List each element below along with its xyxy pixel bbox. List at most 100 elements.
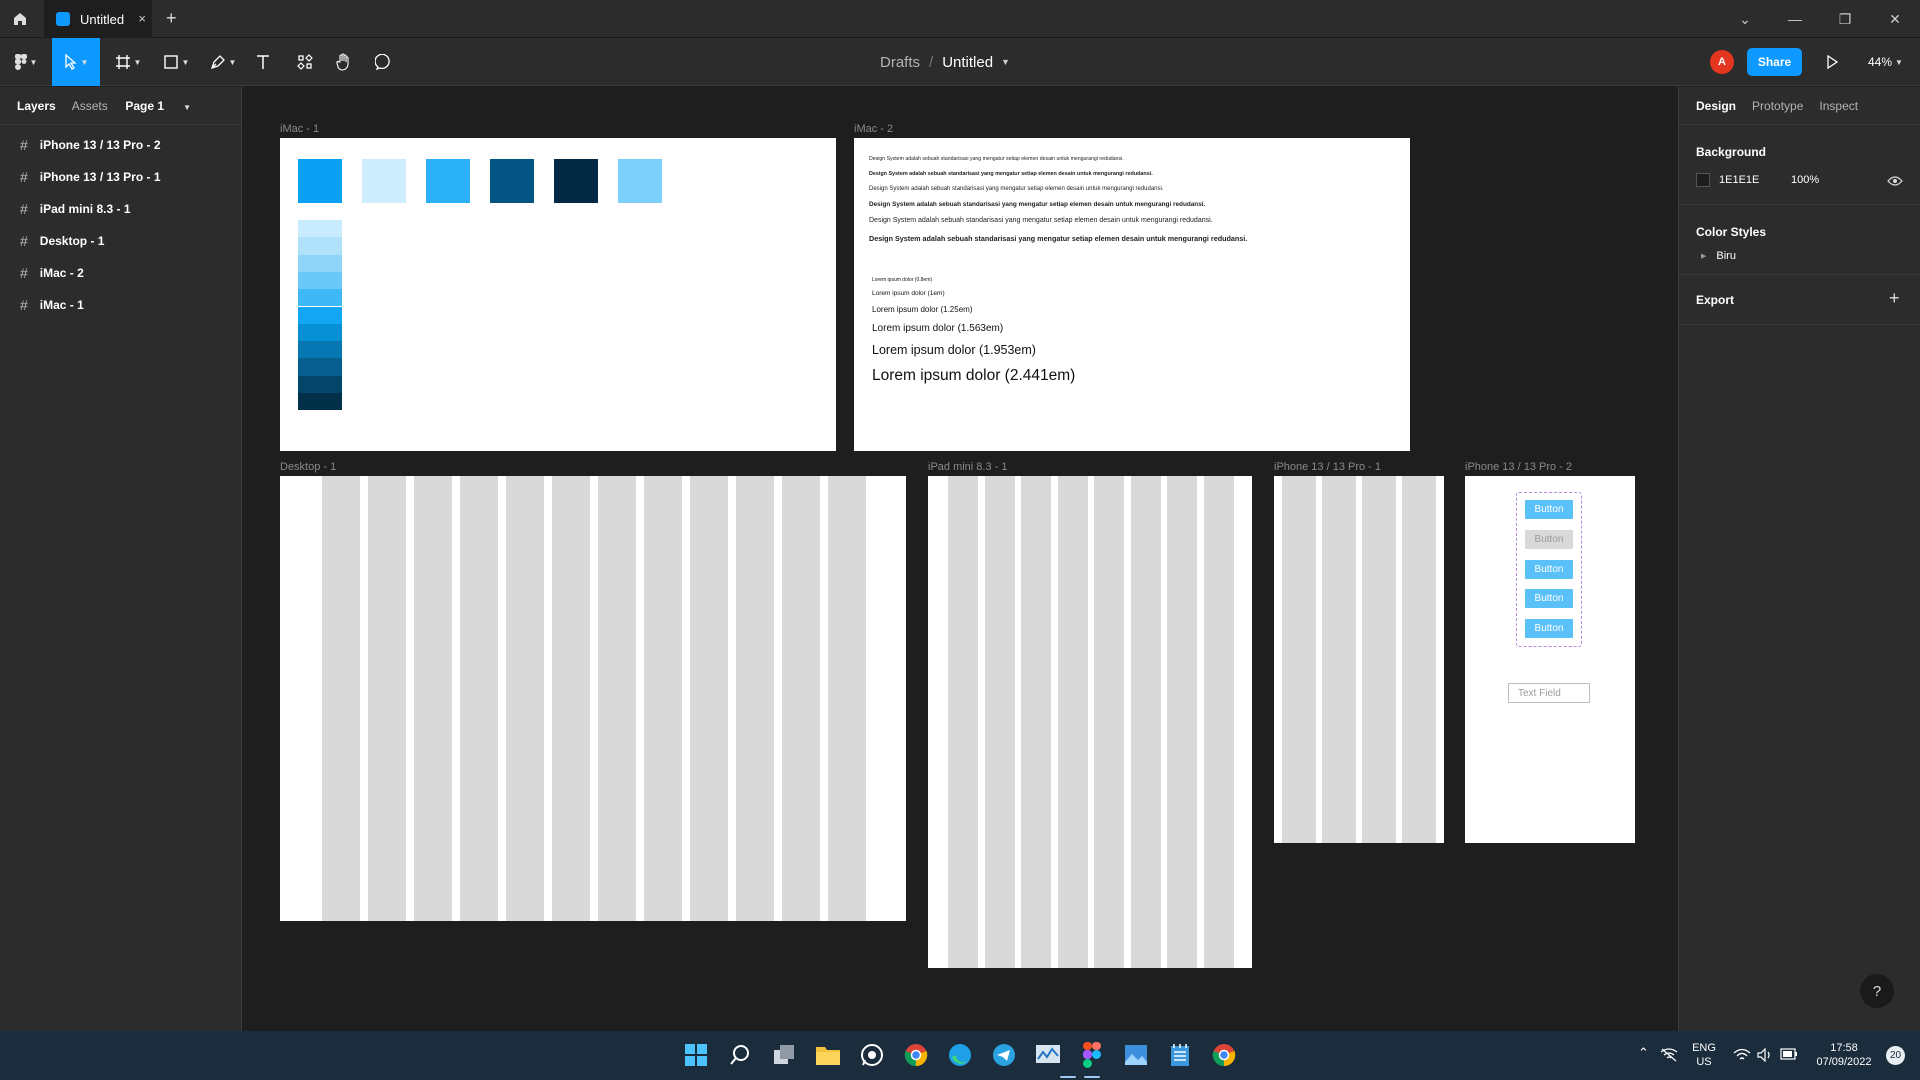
file-name[interactable]: Untitled bbox=[942, 54, 993, 71]
frame-label-desktop-1[interactable]: Desktop - 1 bbox=[280, 461, 336, 473]
shape-tool-button[interactable]: ▼ bbox=[158, 38, 194, 86]
frame-desktop-1[interactable] bbox=[280, 476, 906, 921]
color-swatch[interactable] bbox=[362, 159, 406, 203]
background-hex-input[interactable]: 1E1E1E bbox=[1719, 174, 1759, 186]
scale-swatch[interactable] bbox=[298, 393, 342, 411]
breadcrumb-drafts[interactable]: Drafts bbox=[880, 54, 920, 71]
file-explorer-icon[interactable] bbox=[814, 1041, 842, 1069]
scale-swatch[interactable] bbox=[298, 341, 342, 359]
photos-icon[interactable] bbox=[1122, 1041, 1150, 1069]
text-tool-button[interactable] bbox=[250, 38, 276, 86]
text-field-component[interactable]: Text Field bbox=[1508, 683, 1590, 703]
volume-icon[interactable] bbox=[1757, 1048, 1773, 1062]
page-selector[interactable]: Page 1 ▼ bbox=[125, 99, 207, 113]
chevron-down-icon[interactable]: ▼ bbox=[1001, 57, 1010, 67]
share-button[interactable]: Share bbox=[1747, 48, 1802, 76]
layer-item[interactable]: # iMac - 1 bbox=[0, 289, 241, 321]
layer-item[interactable]: # iPad mini 8.3 - 1 bbox=[0, 193, 241, 225]
color-swatch[interactable] bbox=[618, 159, 662, 203]
task-view-icon[interactable] bbox=[770, 1041, 798, 1069]
tab-design[interactable]: Design bbox=[1696, 99, 1736, 113]
layer-item[interactable]: # Desktop - 1 bbox=[0, 225, 241, 257]
network-off-icon[interactable] bbox=[1660, 1048, 1678, 1062]
present-button[interactable] bbox=[1820, 38, 1844, 86]
minimize-button[interactable]: — bbox=[1770, 0, 1820, 38]
frame-label-imac-1[interactable]: iMac - 1 bbox=[280, 123, 319, 135]
task-manager-icon[interactable] bbox=[1034, 1041, 1062, 1069]
design-system-text[interactable]: Design System adalah sebuah standarisasi… bbox=[869, 234, 1247, 243]
color-style-biru[interactable]: ▶ Biru bbox=[1701, 250, 1736, 262]
layer-item[interactable]: # iMac - 2 bbox=[0, 257, 241, 289]
scale-swatch[interactable] bbox=[298, 358, 342, 376]
zoom-menu[interactable]: 44% ▼ bbox=[1868, 38, 1903, 86]
tab-prototype[interactable]: Prototype bbox=[1752, 99, 1803, 113]
restore-button[interactable]: ❐ bbox=[1820, 0, 1870, 38]
scale-swatch[interactable] bbox=[298, 237, 342, 255]
search-icon[interactable] bbox=[726, 1041, 754, 1069]
hand-tool-button[interactable] bbox=[331, 38, 357, 86]
tray-chevron-up-icon[interactable]: ⌃ bbox=[1638, 1046, 1649, 1060]
resources-button[interactable] bbox=[292, 38, 318, 86]
frame-ipad-mini-1[interactable] bbox=[928, 476, 1252, 968]
language-indicator[interactable]: ENG US bbox=[1688, 1041, 1720, 1069]
type-scale-text[interactable]: Lorem ipsum dolor (0.8em) bbox=[872, 277, 932, 283]
layer-item[interactable]: # iPhone 13 / 13 Pro - 1 bbox=[0, 161, 241, 193]
type-scale-text[interactable]: Lorem ipsum dolor (1.563em) bbox=[872, 323, 1003, 334]
scale-swatch[interactable] bbox=[298, 289, 342, 307]
tab-layers[interactable]: Layers bbox=[17, 99, 56, 113]
new-tab-button[interactable]: + bbox=[166, 8, 177, 29]
clock[interactable]: 17:58 07/09/2022 bbox=[1806, 1041, 1882, 1069]
type-scale-text[interactable]: Lorem ipsum dolor (1.25em) bbox=[872, 305, 972, 314]
avatar[interactable]: A bbox=[1710, 50, 1734, 74]
close-window-button[interactable]: ✕ bbox=[1870, 0, 1920, 38]
color-swatch[interactable] bbox=[298, 159, 342, 203]
frame-iphone-1[interactable] bbox=[1274, 476, 1444, 843]
chrome-icon[interactable] bbox=[902, 1041, 930, 1069]
home-button[interactable] bbox=[0, 0, 40, 38]
color-swatch[interactable] bbox=[426, 159, 470, 203]
frame-label-iphone-2[interactable]: iPhone 13 / 13 Pro - 2 bbox=[1465, 461, 1572, 473]
tab-assets[interactable]: Assets bbox=[72, 99, 108, 113]
notepad-icon[interactable] bbox=[1166, 1041, 1194, 1069]
figma-app-icon[interactable] bbox=[1078, 1041, 1106, 1069]
frame-label-iphone-1[interactable]: iPhone 13 / 13 Pro - 1 bbox=[1274, 461, 1381, 473]
start-icon[interactable] bbox=[682, 1041, 710, 1069]
button-component[interactable]: Button bbox=[1525, 589, 1573, 608]
frame-tool-button[interactable]: ▼ bbox=[110, 38, 146, 86]
design-system-text[interactable]: Design System adalah sebuah standarisasi… bbox=[869, 156, 1124, 162]
scale-swatch[interactable] bbox=[298, 254, 342, 272]
design-system-text[interactable]: Design System adalah sebuah standarisasi… bbox=[869, 201, 1205, 208]
whatsapp-icon[interactable] bbox=[858, 1041, 886, 1069]
help-button[interactable]: ? bbox=[1860, 974, 1894, 1008]
telegram-icon[interactable] bbox=[990, 1041, 1018, 1069]
chevron-down-icon[interactable]: ⌄ bbox=[1720, 0, 1770, 38]
color-swatch[interactable] bbox=[554, 159, 598, 203]
main-menu-button[interactable]: ▼ bbox=[8, 38, 44, 86]
background-color-swatch[interactable] bbox=[1696, 173, 1710, 187]
move-tool-button[interactable]: ▼ bbox=[52, 38, 100, 86]
scale-swatch[interactable] bbox=[298, 323, 342, 342]
button-component[interactable]: Button bbox=[1525, 560, 1573, 579]
design-system-text[interactable]: Design System adalah sebuah standarisasi… bbox=[869, 171, 1153, 177]
frame-iphone-2[interactable]: Button Button Button Button Button Text … bbox=[1465, 476, 1635, 843]
eye-icon[interactable] bbox=[1887, 175, 1903, 187]
layer-item[interactable]: # iPhone 13 / 13 Pro - 2 bbox=[0, 129, 241, 161]
design-system-text[interactable]: Design System adalah sebuah standarisasi… bbox=[869, 217, 1213, 224]
frame-imac-2[interactable]: Design System adalah sebuah standarisasi… bbox=[854, 138, 1410, 451]
notification-badge[interactable]: 20 bbox=[1886, 1046, 1905, 1065]
button-component[interactable]: Button bbox=[1525, 619, 1573, 638]
color-swatch[interactable] bbox=[490, 159, 534, 203]
frame-label-imac-2[interactable]: iMac - 2 bbox=[854, 123, 893, 135]
design-system-text[interactable]: Design System adalah sebuah standarisasi… bbox=[869, 186, 1164, 192]
comment-tool-button[interactable] bbox=[370, 38, 396, 86]
close-tab-icon[interactable]: × bbox=[138, 11, 146, 26]
scale-swatch[interactable] bbox=[298, 271, 342, 290]
type-scale-text[interactable]: Lorem ipsum dolor (1em) bbox=[872, 290, 945, 297]
scale-swatch[interactable] bbox=[298, 220, 342, 238]
scale-swatch[interactable] bbox=[298, 375, 342, 393]
battery-icon[interactable] bbox=[1780, 1048, 1798, 1060]
file-tab[interactable]: Untitled × bbox=[44, 0, 152, 38]
tab-inspect[interactable]: Inspect bbox=[1819, 99, 1858, 113]
button-component[interactable]: Button bbox=[1525, 500, 1573, 519]
type-scale-text[interactable]: Lorem ipsum dolor (2.441em) bbox=[872, 367, 1075, 385]
